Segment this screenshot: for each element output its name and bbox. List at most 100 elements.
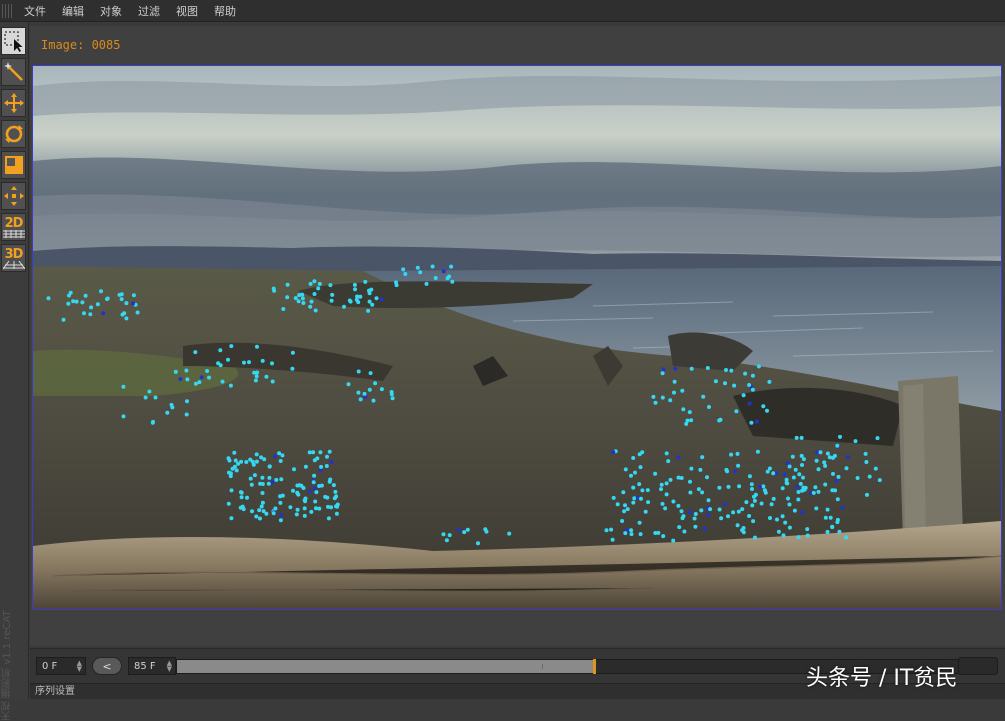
track-point: [295, 483, 300, 488]
track-point: [717, 418, 722, 423]
track-point: [758, 484, 762, 489]
track-point: [661, 367, 666, 372]
track-point: [170, 405, 175, 410]
start-frame-field[interactable]: 0 F ▲ ▼: [36, 657, 86, 675]
track-point: [441, 269, 446, 274]
track-point: [441, 532, 446, 537]
track-point: [702, 526, 707, 531]
menu-edit[interactable]: 编辑: [54, 3, 92, 19]
track-point: [290, 366, 295, 371]
prev-frame-button[interactable]: <: [92, 657, 122, 675]
end-frame-field[interactable]: [958, 657, 998, 675]
track-point: [837, 529, 842, 534]
playhead-cursor[interactable]: [593, 659, 597, 674]
track-point: [708, 507, 713, 512]
track-point: [682, 529, 687, 534]
track-point: [733, 469, 737, 474]
track-point: [447, 533, 452, 538]
track-point: [796, 497, 801, 502]
magic-wand-tool[interactable]: [1, 58, 26, 86]
track-point: [747, 474, 752, 479]
menu-filter[interactable]: 过滤: [130, 3, 168, 19]
track-point: [241, 507, 246, 512]
expand-icon: [3, 186, 24, 206]
track-point: [701, 394, 706, 399]
track-point: [611, 495, 616, 500]
track-point: [327, 479, 332, 484]
track-point: [640, 488, 645, 493]
menu-view[interactable]: 视图: [168, 3, 206, 19]
track-point: [823, 515, 828, 520]
track-point: [800, 463, 804, 467]
move-tool[interactable]: [1, 89, 26, 117]
track-point: [61, 317, 66, 322]
track-point: [725, 469, 730, 474]
track-point: [668, 477, 673, 482]
track-point: [736, 509, 741, 514]
track-point: [46, 296, 51, 301]
track-point: [249, 482, 254, 487]
track-point: [664, 451, 669, 456]
spinner-icon[interactable]: ▲ ▼: [77, 660, 82, 673]
track-point: [389, 390, 394, 394]
2d-track-tool[interactable]: 2D: [1, 213, 26, 241]
track-point: [719, 516, 724, 521]
track-point: [875, 436, 880, 441]
track-point: [835, 497, 840, 502]
current-frame-field[interactable]: 85 F ▲ ▼: [128, 657, 176, 675]
track-point: [260, 500, 265, 505]
track-point: [776, 529, 781, 534]
track-point: [307, 489, 312, 494]
track-point: [271, 511, 276, 516]
track-point: [324, 464, 329, 468]
menu-object[interactable]: 对象: [92, 3, 130, 19]
track-point: [353, 287, 357, 292]
expand-tool[interactable]: [1, 182, 26, 210]
track-point: [813, 485, 818, 490]
track-point: [254, 374, 259, 379]
rotate-tool[interactable]: [1, 120, 26, 148]
track-point: [823, 482, 828, 487]
track-point: [814, 506, 819, 511]
spinner-icon[interactable]: ▲ ▼: [167, 660, 172, 673]
track-point: [744, 500, 749, 505]
track-point: [356, 390, 361, 395]
track-point: [707, 405, 711, 409]
track-point: [717, 507, 722, 512]
image-frame-label: Image: 0085: [41, 38, 121, 52]
track-point: [681, 514, 686, 519]
track-point: [736, 463, 741, 468]
track-point: [768, 516, 772, 520]
track-point: [771, 471, 776, 476]
track-point: [785, 481, 790, 486]
track-point: [684, 421, 689, 426]
track-point: [252, 473, 257, 478]
track-point: [660, 501, 665, 506]
scale-tool[interactable]: [1, 151, 26, 179]
track-point: [366, 308, 371, 313]
track-point: [787, 464, 792, 469]
track-point: [825, 529, 830, 534]
current-frame-value: 85 F: [134, 660, 156, 672]
track-point: [689, 366, 694, 371]
track-point: [750, 503, 755, 508]
image-canvas[interactable]: [32, 65, 1002, 610]
track-point: [319, 464, 324, 469]
menu-help[interactable]: 帮助: [206, 3, 244, 19]
track-point: [753, 535, 757, 540]
track-point: [623, 531, 628, 536]
track-point: [236, 461, 241, 466]
track-point: [689, 418, 694, 423]
track-point: [267, 464, 272, 469]
track-point: [705, 475, 709, 480]
track-point: [743, 371, 748, 376]
marquee-select-tool[interactable]: [1, 27, 26, 55]
track-point: [367, 299, 372, 304]
track-point: [252, 370, 257, 375]
track-point: [828, 515, 833, 520]
menu-file[interactable]: 文件: [16, 3, 54, 19]
3d-track-tool[interactable]: 3D: [1, 244, 26, 272]
track-point: [740, 528, 745, 533]
track-point: [663, 506, 668, 511]
track-point: [615, 502, 620, 507]
